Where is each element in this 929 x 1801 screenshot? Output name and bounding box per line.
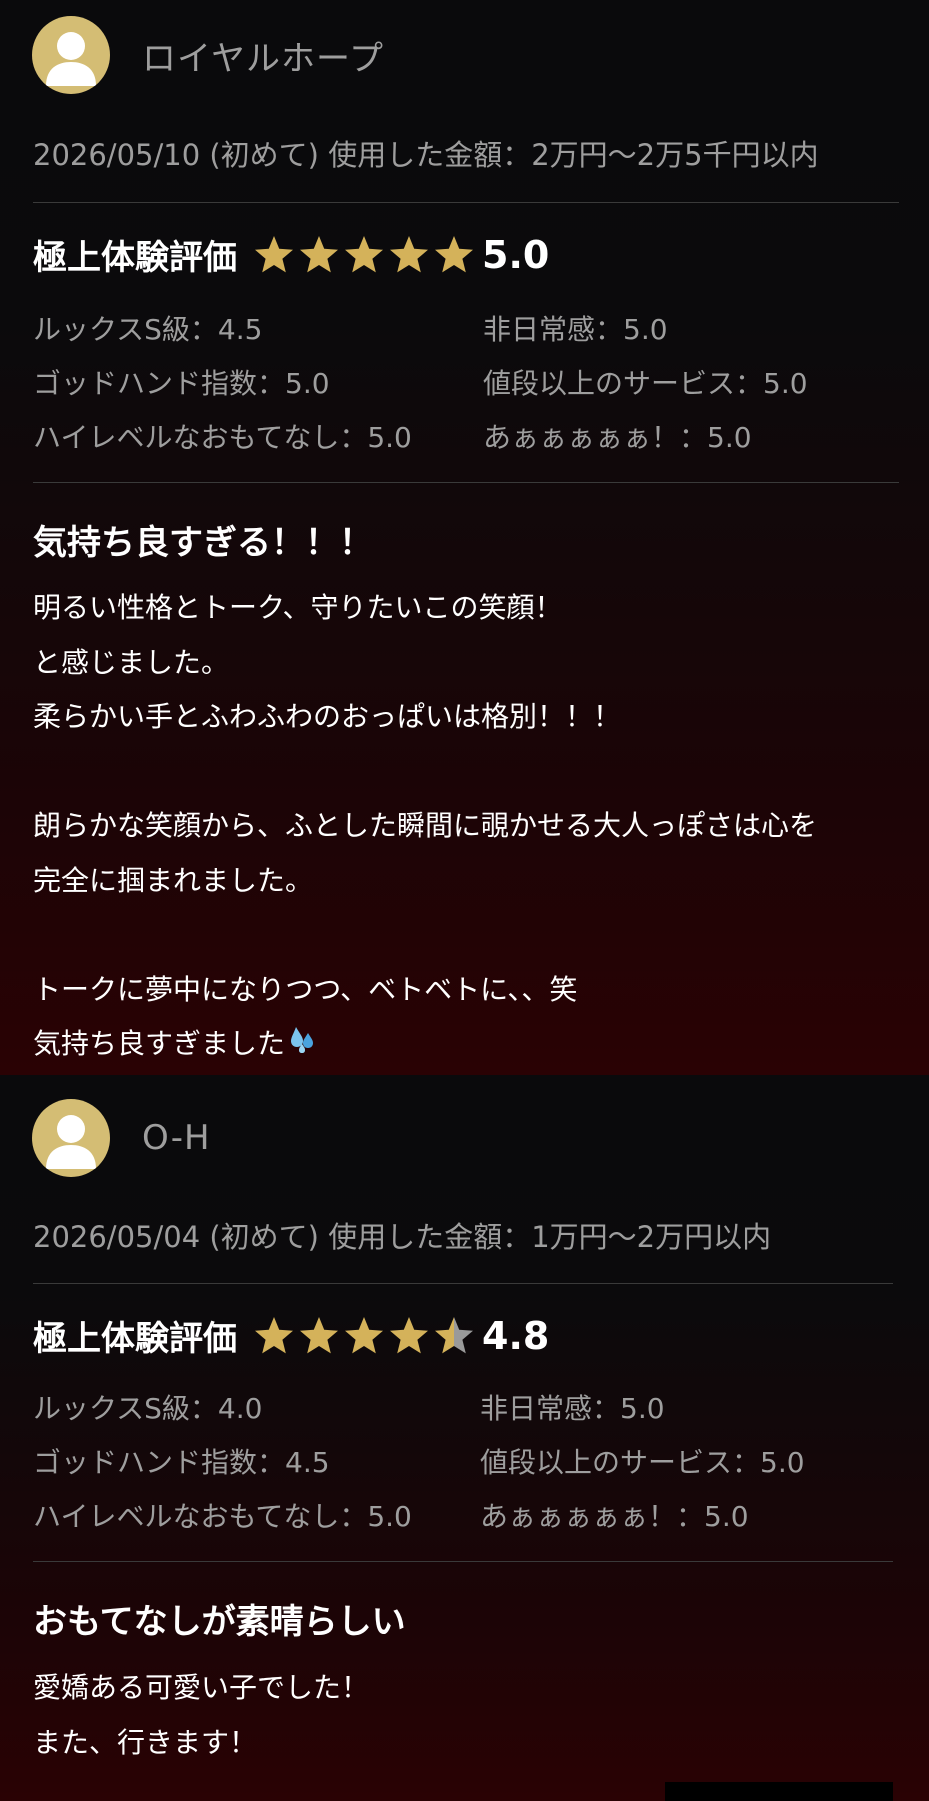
subratings: ルックスS級：4.0 非日常感：5.0 ゴッドハンド指数：4.5 値段以上のサー… [33, 1387, 893, 1537]
rating-score: 4.8 [482, 1313, 550, 1358]
star-full-icon [253, 1315, 295, 1357]
divider [33, 1283, 893, 1284]
review-card: O-H 2026/05/04 (初めて) 使用した金額：1万円〜2万円以内 極上… [0, 1075, 929, 1801]
star-rating [253, 234, 478, 276]
rating-score: 5.0 [482, 232, 550, 277]
divider [33, 1561, 893, 1562]
subrating-looks: ルックスS級：4.0 [33, 1392, 263, 1425]
subrating-ah: あぁぁぁぁぁ！：5.0 [480, 1500, 749, 1533]
reviewer-name: O-H [142, 1118, 211, 1158]
body-line: トークに夢中になりつつ、ベトベトに、、笑 [33, 972, 578, 1006]
subratings: ルックスS級：4.5 非日常感：5.0 ゴッドハンド指数：5.0 値段以上のサー… [33, 308, 893, 458]
body-line: 柔らかい手とふわふわのおっぱいは格別！！！ [33, 700, 622, 733]
body-line: 愛嬌ある可愛い子でした！ [33, 1671, 370, 1704]
user-icon [46, 1115, 96, 1169]
body-line-text: 気持ち良すぎました [33, 1027, 286, 1060]
subrating-ah: あぁぁぁぁぁ！：5.0 [483, 421, 752, 454]
star-full-icon [343, 1315, 385, 1357]
rating-label: 極上体験評価 [33, 1319, 237, 1359]
divider [33, 482, 899, 483]
review-meta: 2026/05/04 (初めて) 使用した金額：1万円〜2万円以内 [33, 1220, 772, 1254]
subrating-hospitality: ハイレベルなおもてなし：5.0 [33, 421, 412, 454]
divider [33, 202, 899, 203]
subrating-looks: ルックスS級：4.5 [33, 313, 263, 346]
body-line: また、行きます！ [33, 1725, 258, 1759]
subrating-value: 値段以上のサービス：5.0 [480, 1446, 805, 1479]
body-line: 朗らかな笑顔から、ふとした瞬間に覗かせる大人っぽさは心を [33, 809, 818, 842]
body-line: 完全に掴まれました。 [33, 863, 314, 897]
review-body: 明るい性格とトーク、守りたいこの笑顔！ と感じました。 柔らかい手とふわふわのお… [33, 581, 903, 1072]
avatar [32, 1099, 110, 1177]
bottom-bar [665, 1782, 893, 1801]
subrating-godhand: ゴッドハンド指数：5.0 [33, 367, 330, 400]
star-full-icon [388, 234, 430, 276]
user-icon [46, 32, 96, 86]
star-full-icon [433, 234, 475, 276]
star-full-icon [298, 1315, 340, 1357]
review-headline: おもてなしが素晴らしい [33, 1602, 406, 1642]
review-body: 愛嬌ある可愛い子でした！ また、行きます！ [33, 1661, 903, 1770]
review-headline: 気持ち良すぎる！！！ [33, 523, 373, 563]
subrating-extraordinary: 非日常感：5.0 [480, 1392, 665, 1425]
reviewer-header: ロイヤルホープ [32, 16, 384, 94]
star-half-icon [433, 1315, 475, 1357]
rating-label: 極上体験評価 [33, 238, 237, 278]
star-full-icon [298, 234, 340, 276]
subrating-hospitality: ハイレベルなおもてなし：5.0 [33, 1500, 412, 1533]
review-card: ロイヤルホープ 2026/05/10 (初めて) 使用した金額：2万円〜2万5千… [0, 0, 929, 1075]
subrating-extraordinary: 非日常感：5.0 [483, 313, 668, 346]
reviewer-header: O-H [32, 1099, 211, 1177]
review-meta: 2026/05/10 (初めて) 使用した金額：2万円〜2万5千円以内 [33, 138, 819, 172]
star-full-icon [388, 1315, 430, 1357]
subrating-value: 値段以上のサービス：5.0 [483, 367, 808, 400]
body-line: 明るい性格とトーク、守りたいこの笑顔！ [33, 591, 563, 624]
rating-row: 極上体験評価 4.8 [33, 1311, 549, 1360]
star-full-icon [253, 234, 295, 276]
rating-row: 極上体験評価 5.0 [33, 230, 549, 279]
body-line [33, 908, 903, 963]
subrating-godhand: ゴッドハンド指数：4.5 [33, 1446, 330, 1479]
body-line [33, 745, 903, 800]
body-line: と感じました。 [33, 645, 230, 679]
reviewer-name: ロイヤルホープ [142, 38, 384, 79]
star-full-icon [343, 234, 385, 276]
star-rating [253, 1315, 478, 1357]
body-line-last: 気持ち良すぎました [33, 1017, 903, 1072]
avatar [32, 16, 110, 94]
droplets-icon [287, 1018, 317, 1073]
